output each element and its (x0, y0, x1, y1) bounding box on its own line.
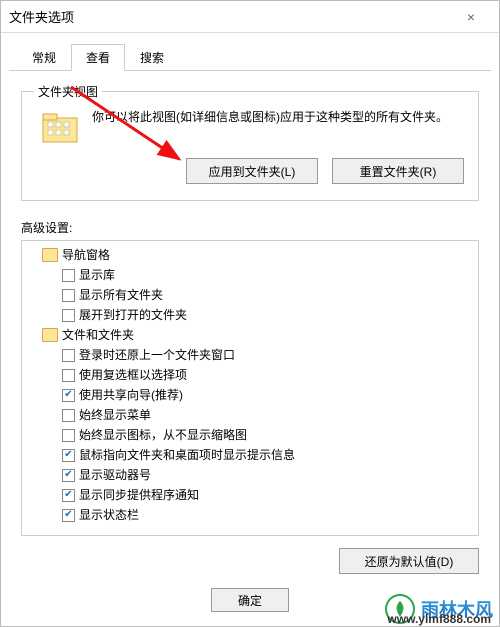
tab-strip: 常规 查看 搜索 (9, 37, 491, 71)
tab-search[interactable]: 搜索 (125, 44, 179, 71)
tree-item-label: 文件和文件夹 (62, 326, 134, 344)
tree-check-item[interactable]: 显示所有文件夹 (24, 285, 476, 305)
tree-item-label: 显示库 (79, 266, 115, 284)
tree-item-label: 始终显示图标，从不显示缩略图 (79, 426, 247, 444)
checkbox[interactable] (62, 269, 75, 282)
titlebar: 文件夹选项 × (1, 1, 499, 33)
tree-check-item[interactable]: ✔ 显示驱动器号 (24, 465, 476, 485)
tab-content: 文件夹视图 你可以将此视图(如详细信息或图标)应用于这种类型的所有文件夹。 应用… (1, 71, 499, 582)
reset-folders-button[interactable]: 重置文件夹(R) (332, 158, 464, 184)
dialog-button-row: 确定 (1, 588, 499, 612)
tree-check-item[interactable]: ✔ 显示同步提供程序通知 (24, 485, 476, 505)
tree-item-label: 显示同步提供程序通知 (79, 486, 199, 504)
tree-item-label: 使用复选框以选择项 (79, 366, 187, 384)
tree-check-item[interactable]: ✔ 显示状态栏 (24, 505, 476, 525)
tab-general[interactable]: 常规 (17, 44, 71, 71)
checkbox[interactable]: ✔ (62, 489, 75, 502)
checkbox[interactable] (62, 349, 75, 362)
checkbox[interactable] (62, 429, 75, 442)
tree-item-label: 显示所有文件夹 (79, 286, 163, 304)
folder-icon (42, 248, 58, 262)
tab-view[interactable]: 查看 (71, 44, 125, 71)
tree-check-item[interactable]: 始终显示图标，从不显示缩略图 (24, 425, 476, 445)
checkbox[interactable] (62, 289, 75, 302)
tree-check-item[interactable]: ✔ 使用共享向导(推荐) (24, 385, 476, 405)
checkbox[interactable]: ✔ (62, 509, 75, 522)
tree-check-item[interactable]: 使用复选框以选择项 (24, 365, 476, 385)
checkbox[interactable]: ✔ (62, 469, 75, 482)
advanced-settings-list[interactable]: 导航窗格显示库显示所有文件夹展开到打开的文件夹文件和文件夹登录时还原上一个文件夹… (21, 240, 479, 536)
folder-view-group: 文件夹视图 你可以将此视图(如详细信息或图标)应用于这种类型的所有文件夹。 应用… (21, 91, 479, 201)
tree-item-label: 使用共享向导(推荐) (79, 386, 183, 404)
tree-item-label: 展开到打开的文件夹 (79, 306, 187, 324)
folder-icon (42, 328, 58, 342)
tree-item-label: 始终显示菜单 (79, 406, 151, 424)
restore-defaults-button[interactable]: 还原为默认值(D) (339, 548, 479, 574)
close-button[interactable]: × (451, 9, 491, 25)
tree-item-label: 导航窗格 (62, 246, 110, 264)
checkbox[interactable] (62, 309, 75, 322)
checkbox[interactable] (62, 369, 75, 382)
apply-to-folders-button[interactable]: 应用到文件夹(L) (186, 158, 318, 184)
advanced-settings-label: 高级设置: (21, 219, 479, 236)
folder-view-legend: 文件夹视图 (34, 83, 102, 100)
tree-check-item[interactable]: 展开到打开的文件夹 (24, 305, 476, 325)
tree-check-item[interactable]: 始终显示菜单 (24, 405, 476, 425)
tree-item-label: 登录时还原上一个文件夹窗口 (79, 346, 235, 364)
tree-item-label: 显示状态栏 (79, 506, 139, 524)
ok-button[interactable]: 确定 (211, 588, 289, 612)
window-title: 文件夹选项 (9, 7, 451, 26)
folder-view-description: 你可以将此视图(如详细信息或图标)应用于这种类型的所有文件夹。 (92, 108, 464, 126)
checkbox[interactable]: ✔ (62, 449, 75, 462)
tree-item-label: 显示驱动器号 (79, 466, 151, 484)
tree-check-item[interactable]: 显示库 (24, 265, 476, 285)
tree-check-item[interactable]: 登录时还原上一个文件夹窗口 (24, 345, 476, 365)
checkbox[interactable]: ✔ (62, 389, 75, 402)
tree-item-label: 鼠标指向文件夹和桌面项时显示提示信息 (79, 446, 295, 464)
checkbox[interactable] (62, 409, 75, 422)
folder-icon (42, 110, 78, 144)
tree-group: 导航窗格 (24, 245, 476, 265)
watermark-url: www.ylmf888.com (387, 612, 491, 626)
tree-group: 文件和文件夹 (24, 325, 476, 345)
tree-check-item[interactable]: ✔ 鼠标指向文件夹和桌面项时显示提示信息 (24, 445, 476, 465)
